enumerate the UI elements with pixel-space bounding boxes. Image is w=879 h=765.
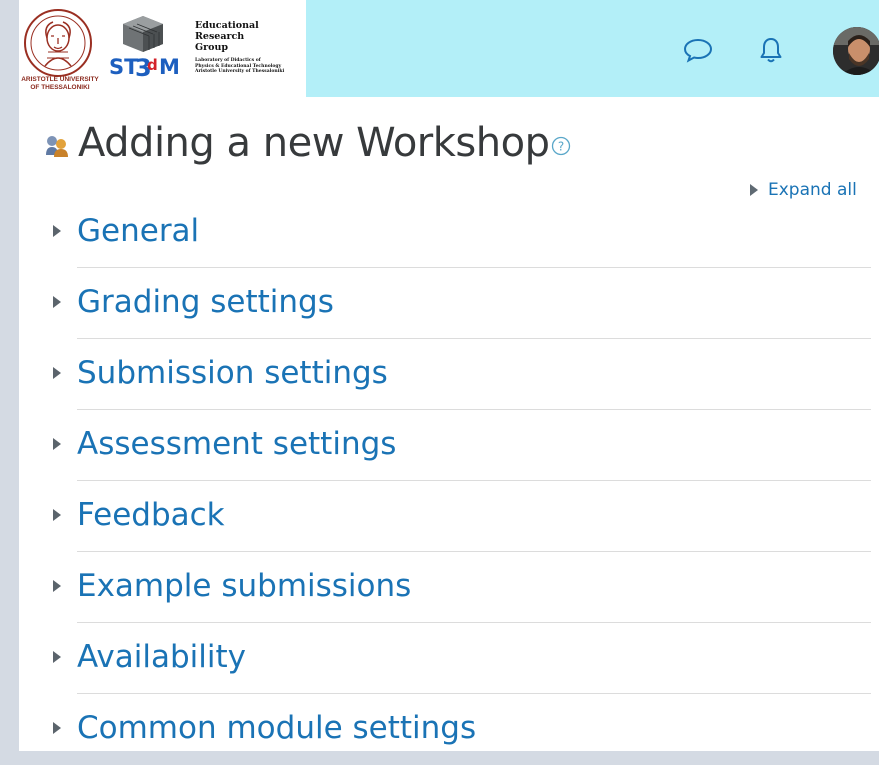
workshop-activity-icon: [46, 136, 68, 157]
page-heading: Adding a new Workshop ?: [44, 118, 571, 168]
page-title: Adding a new Workshop: [78, 120, 550, 166]
section-label[interactable]: Assessment settings: [77, 424, 396, 464]
message-icon: [683, 38, 713, 63]
research-group-title: Educational Research Group: [195, 20, 259, 53]
section-label[interactable]: Submission settings: [77, 353, 388, 393]
avatar-photo-icon: [833, 27, 879, 75]
chevron-right-icon: [53, 722, 61, 734]
university-caption: ARISTOTLE UNIVERSITY OF THESSALONIKI: [21, 76, 99, 91]
chevron-right-icon: [53, 509, 61, 521]
section-label[interactable]: Common module settings: [77, 708, 476, 748]
research-group-subtitle: Laboratory of Didactics of Physics & Edu…: [195, 58, 285, 74]
logo-banner[interactable]: ARISTOTLE UNIVERSITY OF THESSALONIKI ST …: [19, 0, 306, 97]
chevron-right-icon: [53, 438, 61, 450]
section-label[interactable]: Example submissions: [77, 566, 411, 606]
top-navbar: ARISTOTLE UNIVERSITY OF THESSALONIKI ST …: [19, 0, 879, 97]
bell-icon: [760, 38, 782, 63]
chevron-right-icon: [53, 225, 61, 237]
svg-text:M: M: [159, 55, 180, 79]
svg-text:?: ?: [558, 140, 564, 154]
nav-bar: [306, 0, 879, 97]
section-general[interactable]: General: [44, 197, 879, 268]
chevron-right-icon: [53, 296, 61, 308]
section-submission-settings[interactable]: Submission settings: [44, 339, 879, 410]
notifications-button[interactable]: [755, 34, 787, 66]
section-assessment-settings[interactable]: Assessment settings: [44, 410, 879, 481]
form-sections: General Grading settings Submission sett…: [44, 197, 879, 765]
section-label[interactable]: General: [77, 211, 199, 251]
section-label[interactable]: Feedback: [77, 495, 225, 535]
st3dm-logo: ST 3 d M: [109, 16, 180, 82]
chevron-right-icon: [53, 367, 61, 379]
section-feedback[interactable]: Feedback: [44, 481, 879, 552]
svg-text:d: d: [147, 56, 158, 74]
section-grading-settings[interactable]: Grading settings: [44, 268, 879, 339]
section-example-submissions[interactable]: Example submissions: [44, 552, 879, 623]
help-icon[interactable]: ?: [551, 136, 571, 156]
messages-button[interactable]: [682, 34, 714, 66]
aristotle-university-seal-logo: [24, 9, 92, 77]
section-label[interactable]: Availability: [77, 637, 246, 677]
chevron-right-icon: [53, 580, 61, 592]
user-avatar[interactable]: [833, 27, 879, 75]
section-availability[interactable]: Availability: [44, 623, 879, 694]
section-label[interactable]: Grading settings: [77, 282, 334, 322]
chevron-right-icon: [53, 651, 61, 663]
triangle-right-icon: [750, 184, 758, 196]
section-common-module-settings[interactable]: Common module settings: [44, 694, 879, 765]
